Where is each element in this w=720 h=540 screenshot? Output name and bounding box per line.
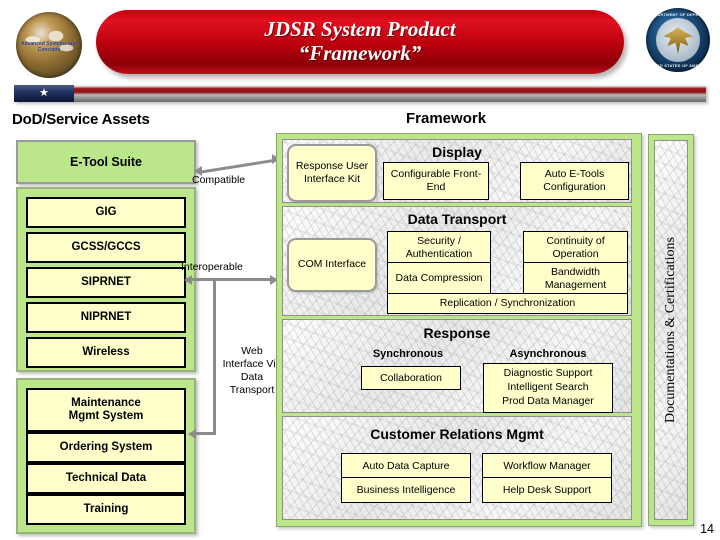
connector-interoperable-label: Interoperable <box>181 261 243 273</box>
connector-interoperable-line <box>190 278 278 281</box>
response-section-title: Response <box>423 325 491 341</box>
title-banner: JDSR System Product “Framework” <box>96 10 624 74</box>
response-item-intelligent-search: Intelligent Search <box>507 381 589 394</box>
asset-item-niprnet[interactable]: NIPRNET <box>26 302 186 333</box>
system-item-technical-data[interactable]: Technical Data <box>26 463 186 494</box>
crm-section-title: Customer Relations Mgmt <box>370 426 544 442</box>
connector-compatible-line <box>197 158 280 174</box>
framework-heading: Framework <box>406 110 487 127</box>
framework-panel: Display Response User Interface Kit Conf… <box>276 133 642 527</box>
system-item-maintenance-mgmt[interactable]: Maintenance Mgmt System <box>26 388 186 432</box>
documentations-certifications-inner: Documentations & Certifications <box>654 140 688 520</box>
dod-seal-top-text: DEPARTMENT OF DEFENSE <box>648 12 708 18</box>
dod-seal-bottom-text: UNITED STATES OF AMERICA <box>646 62 710 68</box>
system-item-ordering[interactable]: Ordering System <box>26 432 186 463</box>
data-transport-item-replication-synchronization[interactable]: Replication / Synchronization <box>387 293 628 314</box>
connector-web-interface-arrow <box>188 428 196 439</box>
crm-item-auto-data-capture[interactable]: Auto Data Capture <box>341 453 471 479</box>
dod-systems-group: Maintenance Mgmt System Ordering System … <box>16 378 196 534</box>
connector-web-interface-vertical <box>213 280 216 435</box>
connector-compatible-label: Compatible <box>192 174 246 186</box>
display-item-configurable-front-end[interactable]: Configurable Front-End <box>383 162 489 200</box>
documentations-certifications-label: Documentations & Certifications <box>663 237 678 423</box>
response-section: Response Synchronous Asynchronous Collab… <box>282 319 632 413</box>
documentations-certifications-panel: Documentations & Certifications <box>648 134 694 526</box>
left-column-heading: DoD/Service Assets <box>12 111 150 128</box>
flag-canton: ★ <box>14 85 74 102</box>
crm-section: Customer Relations Mgmt Auto Data Captur… <box>282 416 632 520</box>
title-line-1: JDSR System Product <box>264 17 456 42</box>
data-transport-section: Data Transport COM Interface Security / … <box>282 206 632 316</box>
title-line-2: “Framework” <box>298 41 422 65</box>
data-transport-item-data-compression[interactable]: Data Compression <box>387 262 491 295</box>
response-asynchronous-label: Asynchronous <box>509 348 587 360</box>
asset-item-gcss-gccs[interactable]: GCSS/GCCS <box>26 232 186 263</box>
crm-item-workflow-manager[interactable]: Workflow Manager <box>482 453 612 479</box>
display-item-auto-etools-configuration[interactable]: Auto E-Tools Configuration <box>520 162 629 200</box>
asset-item-siprnet[interactable]: SIPRNET <box>26 267 186 298</box>
response-item-diagnostic-support: Diagnostic Support <box>503 367 593 380</box>
globe-logo-text: Advanced Systems and Concepts <box>20 41 78 54</box>
page-number: 14 <box>700 522 714 536</box>
asset-item-wireless[interactable]: Wireless <box>26 337 186 368</box>
response-item-prod-data-manager: Prod Data Manager <box>502 394 594 407</box>
data-transport-item-bandwidth-management[interactable]: Bandwidth Management <box>523 262 628 295</box>
crm-item-help-desk-support[interactable]: Help Desk Support <box>482 477 612 503</box>
e-tool-suite-label: E-Tool Suite <box>70 155 142 169</box>
flag-divider-bar: ★ <box>14 85 706 102</box>
data-transport-section-title: Data Transport <box>407 211 507 227</box>
crm-item-business-intelligence[interactable]: Business Intelligence <box>341 477 471 503</box>
slide-root: Advanced Systems and Concepts JDSR Syste… <box>0 0 720 540</box>
advanced-systems-globe-logo: Advanced Systems and Concepts <box>16 12 82 78</box>
system-item-training[interactable]: Training <box>26 494 186 525</box>
asset-item-gig[interactable]: GIG <box>26 197 186 228</box>
dod-assets-group: GIG GCSS/GCCS SIPRNET NIPRNET Wireless <box>16 187 196 372</box>
dod-seal: DEPARTMENT OF DEFENSE UNITED STATES OF A… <box>646 8 710 72</box>
connector-interoperable-arrow-left <box>184 274 192 285</box>
connector-web-interface-horizontal <box>196 432 216 435</box>
e-tool-suite-group: E-Tool Suite <box>16 140 196 184</box>
data-transport-item-security-authentication[interactable]: Security / Authentication <box>387 231 491 264</box>
response-user-interface-kit-box[interactable]: Response User Interface Kit <box>287 144 377 202</box>
data-transport-item-continuity-of-operation[interactable]: Continuity of Operation <box>523 231 628 264</box>
connector-web-interface-label: Web Interface Via Data Transport <box>222 345 282 397</box>
com-interface-box[interactable]: COM Interface <box>287 238 377 292</box>
page-title: JDSR System Product “Framework” <box>264 18 455 65</box>
display-section: Display Response User Interface Kit Conf… <box>282 139 632 203</box>
response-synchronous-label: Synchronous <box>372 348 444 360</box>
response-item-collaboration[interactable]: Collaboration <box>361 366 461 390</box>
response-asynchronous-list[interactable]: Diagnostic Support Intelligent Search Pr… <box>483 363 613 413</box>
star-icon: ★ <box>39 87 49 99</box>
